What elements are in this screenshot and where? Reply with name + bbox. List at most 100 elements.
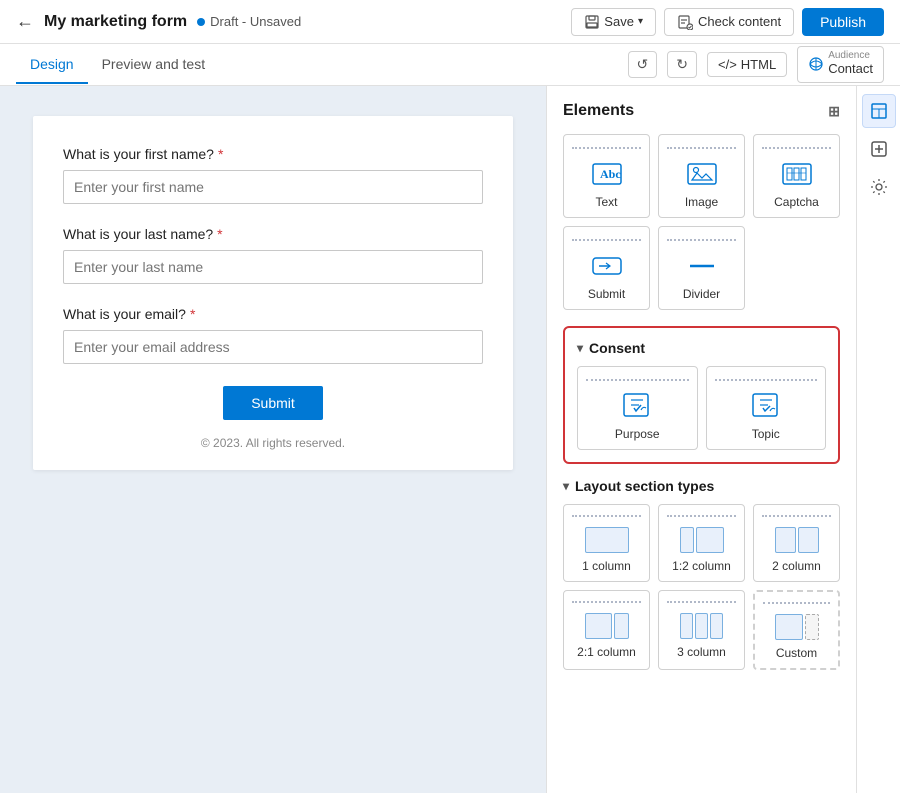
- redo-button[interactable]: ↻: [667, 51, 697, 78]
- layout-2-1col-label: 2:1 column: [577, 645, 636, 659]
- layout-custom-label: Custom: [776, 646, 817, 660]
- toolbar-settings-button[interactable]: [862, 170, 896, 204]
- header-left: ← My marketing form Draft - Unsaved: [16, 11, 301, 32]
- tab-design[interactable]: Design: [16, 46, 88, 84]
- check-content-label: Check content: [698, 14, 781, 29]
- html-icon: </>: [718, 57, 737, 72]
- element-image[interactable]: Image: [658, 134, 745, 218]
- layout-1col-label: 1 column: [582, 559, 631, 573]
- layout-1-2col[interactable]: 1:2 column: [658, 504, 745, 582]
- right-panel: Elements ⊞ Abc Text: [546, 86, 900, 793]
- first-name-input[interactable]: [63, 170, 483, 204]
- elements-panel: Elements ⊞ Abc Text: [546, 86, 856, 793]
- consent-grid: Purpose: [577, 366, 826, 450]
- toolbar-elements-button[interactable]: [862, 94, 896, 128]
- image-element-icon: [684, 159, 720, 189]
- element-captcha[interactable]: Captcha: [753, 134, 840, 218]
- 3col-preview: [680, 613, 724, 639]
- draft-label: Draft - Unsaved: [210, 14, 301, 29]
- header-right: Save ▾ Check content Publish: [571, 8, 884, 36]
- text-element-icon: Abc: [589, 159, 625, 189]
- layout-grid: 1 column 1:2 column: [563, 504, 840, 670]
- element-submit-label: Submit: [588, 287, 625, 301]
- panel-title: Elements ⊞: [563, 102, 840, 120]
- layout-section: ▾ Layout section types 1 column: [563, 478, 840, 670]
- required-asterisk-3: *: [190, 306, 195, 322]
- save-label: Save: [604, 14, 634, 29]
- 2-1col-preview: [585, 613, 629, 639]
- publish-label: Publish: [820, 14, 866, 30]
- email-label: What is your email? *: [63, 306, 483, 322]
- layout-title: Layout section types: [575, 478, 714, 494]
- last-name-input[interactable]: [63, 250, 483, 284]
- layout-section-header[interactable]: ▾ Layout section types: [563, 478, 840, 494]
- draft-dot-icon: [197, 18, 205, 26]
- check-content-button[interactable]: Check content: [664, 8, 794, 36]
- elements-grid: Abc Text Image: [563, 134, 840, 310]
- email-input[interactable]: [63, 330, 483, 364]
- add-icon: [870, 140, 888, 158]
- layout-3col[interactable]: 3 column: [658, 590, 745, 670]
- element-purpose-label: Purpose: [615, 427, 660, 441]
- toolbar-add-button[interactable]: [862, 132, 896, 166]
- html-button[interactable]: </> HTML: [707, 52, 787, 77]
- layout-2col[interactable]: 2 column: [753, 504, 840, 582]
- consent-title: Consent: [589, 340, 645, 356]
- save-button[interactable]: Save ▾: [571, 8, 656, 36]
- element-topic[interactable]: Topic: [706, 366, 827, 450]
- consent-chevron-icon: ▾: [577, 341, 583, 355]
- submit-button[interactable]: Submit: [223, 386, 323, 420]
- 1-2col-preview: [680, 527, 724, 553]
- chevron-down-icon: ▾: [638, 16, 643, 27]
- save-icon: [584, 14, 600, 30]
- element-topic-label: Topic: [752, 427, 780, 441]
- element-divider[interactable]: Divider: [658, 226, 745, 310]
- purpose-element-icon: [619, 391, 655, 421]
- consent-section: ▾ Consent: [563, 326, 840, 464]
- element-text-label: Text: [595, 195, 617, 209]
- audience-box: Audience Contact: [797, 46, 884, 83]
- subheader: Design Preview and test ↺ ↻ </> HTML Aud…: [0, 44, 900, 86]
- form-card: What is your first name? * What is your …: [33, 116, 513, 470]
- topic-element-icon: [748, 391, 784, 421]
- element-purpose[interactable]: Purpose: [577, 366, 698, 450]
- audience-icon: [808, 56, 824, 72]
- audience-value: Contact: [828, 61, 873, 78]
- layout-custom[interactable]: Custom: [753, 590, 840, 670]
- tabs: Design Preview and test: [16, 46, 219, 84]
- svg-text:Abc: Abc: [600, 167, 621, 181]
- element-divider-label: Divider: [683, 287, 720, 301]
- right-toolbar: [856, 86, 900, 793]
- submit-group: Submit: [63, 386, 483, 420]
- form-title: My marketing form: [44, 13, 187, 31]
- layout-2-1col[interactable]: 2:1 column: [563, 590, 650, 670]
- element-text[interactable]: Abc Text: [563, 134, 650, 218]
- element-submit[interactable]: Submit: [563, 226, 650, 310]
- undo-button[interactable]: ↺: [628, 51, 658, 78]
- 2col-preview: [775, 527, 819, 553]
- layout-1col[interactable]: 1 column: [563, 504, 650, 582]
- main-layout: What is your first name? * What is your …: [0, 86, 900, 793]
- panel-expand-icon[interactable]: ⊞: [828, 103, 840, 120]
- publish-button[interactable]: Publish: [802, 8, 884, 36]
- first-name-label: What is your first name? *: [63, 146, 483, 162]
- consent-section-header[interactable]: ▾ Consent: [577, 340, 826, 356]
- audience-label: Audience: [828, 51, 873, 61]
- custom-preview: [775, 614, 819, 640]
- divider-element-icon: [684, 251, 720, 281]
- captcha-element-icon: [779, 159, 815, 189]
- required-asterisk: *: [218, 146, 223, 162]
- layout-2col-label: 2 column: [772, 559, 821, 573]
- draft-badge: Draft - Unsaved: [197, 14, 301, 29]
- subheader-right: ↺ ↻ </> HTML Audience Contact: [628, 46, 884, 83]
- elements-icon: [870, 102, 888, 120]
- 1col-preview: [585, 527, 629, 553]
- layout-chevron-icon: ▾: [563, 479, 569, 493]
- back-button[interactable]: ←: [16, 11, 34, 32]
- html-label: HTML: [741, 57, 776, 72]
- header: ← My marketing form Draft - Unsaved Save…: [0, 0, 900, 44]
- tab-preview[interactable]: Preview and test: [88, 46, 220, 84]
- layout-3col-label: 3 column: [677, 645, 726, 659]
- last-name-group: What is your last name? *: [63, 226, 483, 284]
- required-asterisk-2: *: [217, 226, 222, 242]
